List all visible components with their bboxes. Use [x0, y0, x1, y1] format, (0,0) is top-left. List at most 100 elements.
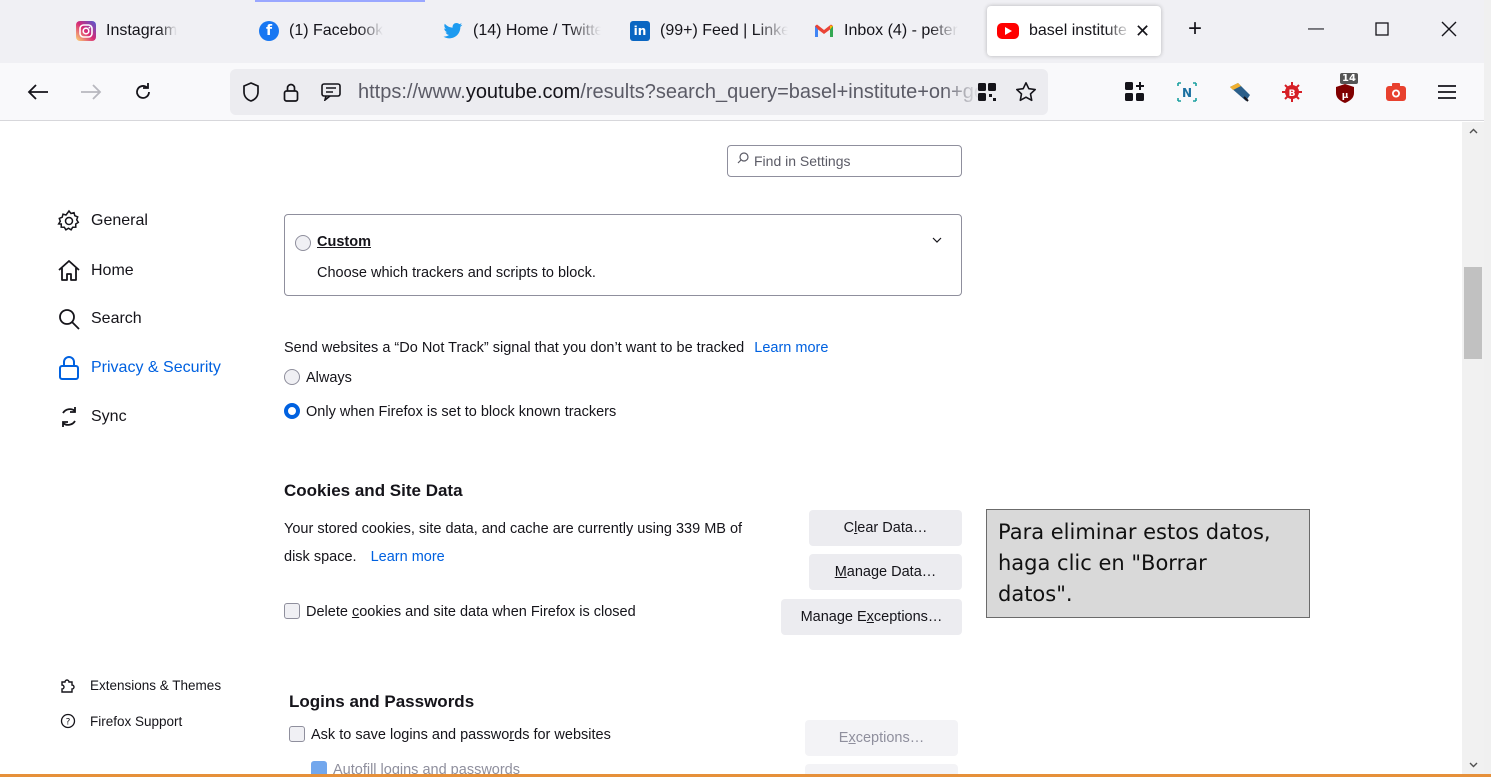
delete-cookies-label-rest: ookies and site data when Firefox is clo…: [359, 604, 636, 620]
delete-cookies-label: Delete: [306, 604, 352, 620]
sidebar-item-privacy-security[interactable]: Privacy & Security: [56, 355, 221, 381]
navigation-toolbar: https://www.youtube.com/results?search_q…: [0, 63, 1491, 121]
logins-exceptions-button[interactable]: Ex ceptions…: [805, 720, 958, 756]
dnt-learn-more-link[interactable]: Learn more: [754, 340, 828, 356]
logins-heading: Logins and Passwords: [289, 692, 475, 711]
close-window-button[interactable]: [1434, 14, 1464, 44]
dnt-text: Send websites a “Do Not Track” signal th…: [284, 340, 745, 356]
clear-data-button[interactable]: Cl ear Data…: [809, 510, 962, 546]
ublock-extension-icon[interactable]: µ 14: [1330, 73, 1360, 107]
qr-icon[interactable]: [972, 77, 1002, 107]
sidebar-item-sync[interactable]: Sync: [56, 404, 127, 430]
sidebar-item-general[interactable]: General: [56, 208, 148, 234]
bookmark-star-icon[interactable]: [1011, 77, 1041, 107]
tab-gmail[interactable]: Inbox (4) - peter: [804, 6, 982, 56]
cookies-learn-more-link[interactable]: Learn more: [371, 549, 445, 565]
dnt-option-only-when[interactable]: Only when Firefox is set to block known …: [284, 402, 616, 420]
new-tab-button[interactable]: +: [1180, 14, 1210, 44]
extension-grid-icon[interactable]: [1120, 77, 1150, 107]
logins-exceptions-accesskey: x: [848, 730, 856, 746]
autofill-checkbox[interactable]: [311, 760, 327, 774]
manage-exceptions-label-rest: ceptions…: [873, 609, 943, 625]
sidebar-label: Privacy & Security: [91, 359, 221, 376]
hamburger-menu-icon[interactable]: [1432, 77, 1462, 107]
sidebar-item-home[interactable]: Home: [56, 258, 134, 284]
svg-text:N: N: [1182, 86, 1192, 100]
notion-extension-icon[interactable]: N: [1172, 77, 1202, 107]
tab-title: (99+) Feed | LinkedIn: [660, 22, 788, 39]
linkedin-icon: in: [630, 21, 650, 41]
cookies-usage-line1: Your stored cookies, site data, and cach…: [284, 521, 743, 537]
tab-title: (14) Home / Twitter: [473, 22, 601, 39]
scrollbar-thumb[interactable]: [1464, 267, 1482, 359]
vertical-scrollbar[interactable]: [1462, 122, 1484, 774]
url-bar[interactable]: https://www.youtube.com/results?search_q…: [230, 69, 1048, 115]
tab-youtube[interactable]: basel institute ✕: [987, 6, 1161, 56]
reload-icon: [136, 83, 150, 99]
always-radio[interactable]: [284, 368, 300, 385]
sidebar-item-extensions-themes[interactable]: Extensions & Themes: [58, 675, 221, 695]
url-path: /results?search_query=basel+institute+on…: [580, 81, 980, 103]
ask-save-label-rest: ds for websites: [514, 727, 611, 743]
autofill-logins-option[interactable]: Autofill logins and passwords: [311, 760, 520, 774]
bug-extension-icon[interactable]: B: [1277, 77, 1307, 107]
manage-data-button[interactable]: Manage Data…: [809, 554, 962, 590]
pen-extension-icon[interactable]: [1225, 77, 1255, 107]
tab-strip: Instagram f (1) Facebook (14) Home / Twi…: [0, 0, 1491, 63]
screenshot-extension-icon[interactable]: [1381, 77, 1411, 107]
maximize-button[interactable]: [1367, 14, 1397, 44]
tab-instagram[interactable]: Instagram: [66, 6, 246, 56]
puzzle-icon: [58, 675, 78, 695]
scroll-down-arrow-icon[interactable]: [1462, 756, 1484, 774]
back-button[interactable]: [23, 77, 53, 107]
twitter-icon: [443, 21, 463, 41]
dnt-option-always[interactable]: Always: [284, 368, 352, 386]
tab-title: Instagram: [106, 22, 178, 39]
custom-description: Choose which trackers and scripts to blo…: [317, 265, 596, 281]
ask-save-logins-checkbox[interactable]: [289, 725, 305, 742]
tab-facebook[interactable]: f (1) Facebook: [249, 6, 427, 56]
close-tab-icon[interactable]: ✕: [1135, 21, 1150, 42]
svg-text:?: ?: [66, 718, 71, 728]
cookies-usage-line2: disk space. Learn more: [284, 549, 445, 565]
saved-logins-button[interactable]: [805, 764, 958, 774]
ask-save-logins-option[interactable]: Ask to save logins and passwords for web…: [289, 725, 611, 743]
reload-button[interactable]: [128, 77, 158, 107]
lock-icon: [56, 355, 82, 381]
ask-save-label: Ask to save logins and passwo: [311, 727, 510, 743]
instruction-callout: Para eliminar estos datos, haga clic en …: [986, 509, 1310, 618]
maximize-icon: [1375, 22, 1389, 36]
manage-exceptions-button[interactable]: Manage Ex ceptions…: [781, 599, 962, 635]
manage-data-label-rest: anage Data…: [846, 564, 937, 580]
only-when-radio[interactable]: [284, 402, 300, 419]
extension-badge: 14: [1340, 73, 1358, 84]
permissions-icon[interactable]: [316, 77, 346, 107]
url-text[interactable]: https://www.youtube.com/results?search_q…: [358, 81, 980, 104]
home-icon: [56, 258, 82, 284]
svg-text:B: B: [1289, 89, 1296, 99]
callout-line-3: datos".: [998, 582, 1073, 606]
sidebar-item-search[interactable]: Search: [56, 306, 142, 332]
forward-button[interactable]: [76, 77, 106, 107]
find-in-settings-input[interactable]: Find in Settings: [727, 145, 962, 177]
delete-cookies-checkbox[interactable]: [284, 602, 300, 619]
custom-tracking-option[interactable]: Custom Choose which trackers and scripts…: [284, 214, 962, 296]
shield-icon[interactable]: [236, 77, 266, 107]
chevron-down-icon[interactable]: [932, 231, 942, 247]
window-border: [1484, 0, 1491, 777]
delete-cookies-on-close-option[interactable]: Delete cookies and site data when Firefo…: [284, 602, 636, 620]
url-scheme: https://www.: [358, 81, 466, 103]
tab-twitter[interactable]: (14) Home / Twitter: [433, 6, 611, 56]
scroll-up-arrow-icon[interactable]: [1462, 122, 1484, 140]
custom-label: Custom: [317, 234, 371, 250]
lock-icon[interactable]: [276, 77, 306, 107]
logins-exceptions-label-rest: ceptions…: [855, 730, 925, 746]
minimize-button[interactable]: —: [1301, 14, 1331, 44]
clear-data-label: C: [843, 520, 855, 536]
gmail-icon: [814, 21, 834, 41]
custom-radio[interactable]: [295, 235, 311, 251]
tab-linkedin[interactable]: in (99+) Feed | LinkedIn: [620, 6, 798, 56]
arrow-left-icon: [27, 84, 48, 100]
sidebar-item-firefox-support[interactable]: ? Firefox Support: [58, 711, 182, 731]
facebook-icon: f: [259, 21, 279, 41]
